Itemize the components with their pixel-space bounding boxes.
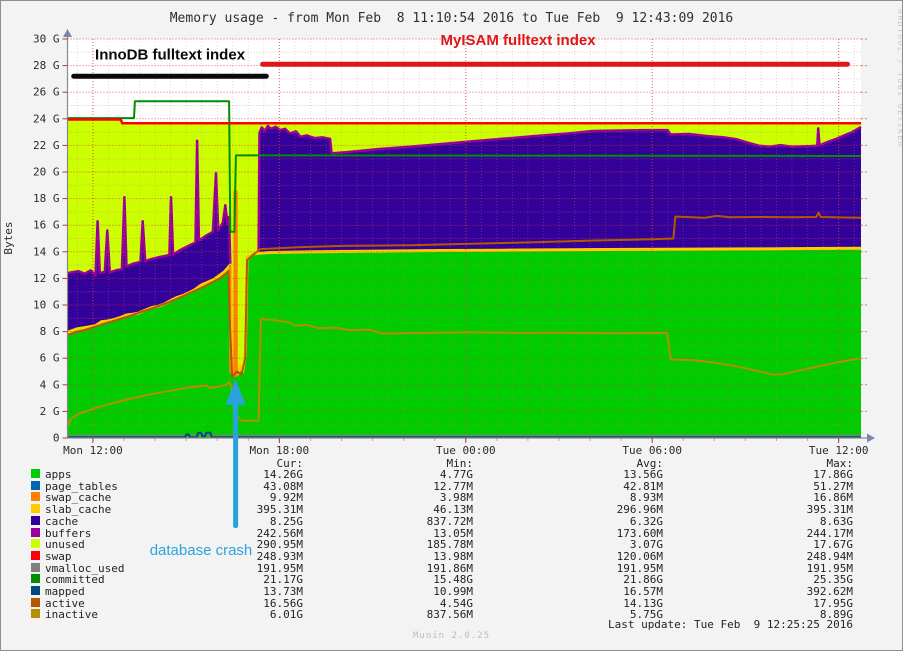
y-tick-label: 26 G (33, 86, 60, 99)
y-tick-label: 28 G (33, 59, 60, 72)
rrdtool-watermark: RRDTOOL / TOBI OETIKER (896, 9, 903, 148)
innodb-annotation-label: InnoDB fulltext index (95, 47, 246, 64)
y-axis-arrow (63, 29, 72, 37)
chart-canvas: 0 2 G 4 G 6 G 8 G 10 G 12 G 14 G 16 G 18 G 20 G 22 … (1, 1, 903, 651)
y-tick-label: 8 G (40, 325, 60, 338)
x-tick-label: Tue 12:00 (809, 444, 869, 457)
x-axis-arrow (867, 434, 875, 443)
x-tick-label: Mon 18:00 (250, 444, 310, 457)
y-tick-label: 20 G (33, 166, 60, 179)
y-tick-label: 10 G (33, 299, 60, 312)
y-tick-label: 30 G (33, 33, 60, 46)
y-tick-label: 24 G (33, 112, 60, 125)
munin-memory-graph: Memory usage - from Mon Feb 8 11:10:54 2… (0, 0, 903, 651)
y-axis-label: Bytes (2, 221, 15, 254)
myisam-annotation-label: MyISAM fulltext index (441, 32, 597, 49)
y-tick-label: 22 G (33, 139, 60, 152)
x-tick-label: Tue 06:00 (622, 444, 682, 457)
x-tick-label: Tue 00:00 (436, 444, 496, 457)
x-tick-label: Mon 12:00 (63, 444, 123, 457)
y-tick-label: 14 G (33, 245, 60, 258)
y-tick-label: 12 G (33, 272, 60, 285)
y-tick-label: 2 G (40, 405, 60, 418)
y-tick-label: 16 G (33, 219, 60, 232)
crash-annotation-label: database crash (150, 542, 253, 559)
y-tick-label: 0 (53, 432, 60, 445)
y-tick-label: 18 G (33, 192, 60, 205)
y-tick-label: 4 G (40, 378, 60, 391)
y-tick-label: 6 G (40, 352, 60, 365)
